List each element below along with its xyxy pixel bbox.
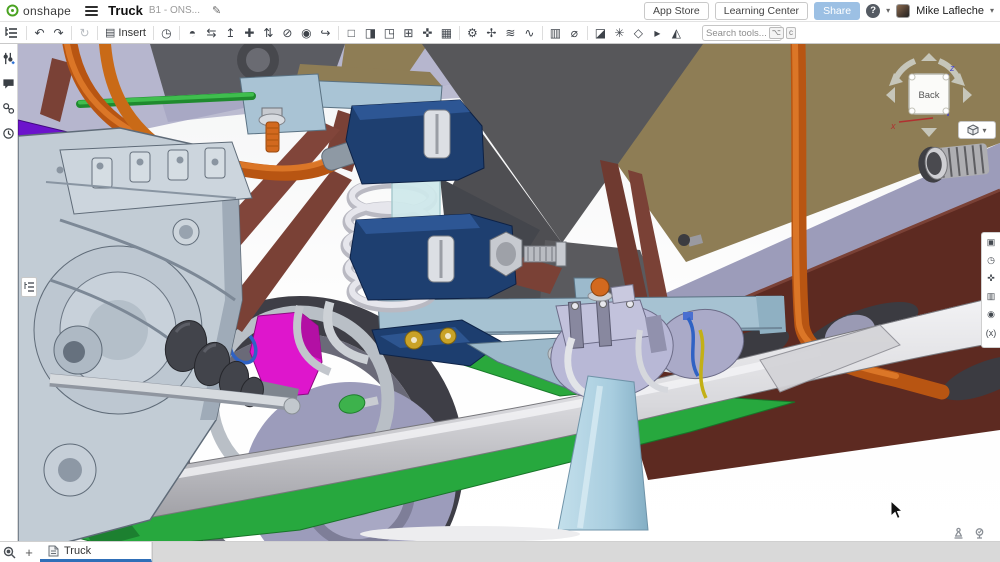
insert-button[interactable]: ▤Insert [101,24,150,42]
toolbar-separator [71,26,72,40]
history-icon[interactable] [1,125,17,141]
view-modes-caret-icon: ▾ [982,126,986,135]
select-scope-icon[interactable]: ◳ [380,24,399,42]
main-menu-icon[interactable] [85,6,98,16]
toolbar-separator [587,26,588,40]
toolbar-separator [97,26,98,40]
assembly-tab-icon [48,545,59,557]
bom-table-icon[interactable]: ▥ [546,24,565,42]
move-part-icon[interactable]: ✜ [418,24,437,42]
viewcube-down-arrow[interactable] [921,128,937,137]
planar-mate-icon[interactable]: ✚ [240,24,259,42]
linear-pattern-icon[interactable]: ▦ [437,24,456,42]
animate-icon[interactable]: ▸ [648,24,667,42]
configurations-icon[interactable]: ◷ [983,253,999,268]
x-axis-label: x [890,121,896,131]
box-select-icon[interactable]: □ [342,24,361,42]
viewcube-up-arrow[interactable] [921,53,937,61]
onshape-logo-icon [6,4,19,17]
viewcube-right-arrow[interactable] [963,87,972,103]
feature-list-toggle-icon[interactable] [2,24,19,42]
belt-relation-icon[interactable]: ∿ [520,24,539,42]
version-label[interactable]: B1 - ONS... [149,5,200,16]
tab-manager-icon[interactable] [0,542,18,562]
material-library-icon[interactable]: ◉ [983,307,999,322]
document-topbar: onshape Truck B1 - ONS... ✎ App Store Le… [0,0,1000,22]
tab-scrollbar[interactable] [152,542,1000,562]
toolbar-separator [153,26,154,40]
app-store-button[interactable]: App Store [644,2,709,20]
add-tab-button[interactable]: + [18,542,40,562]
viewcube-face-label: Back [918,90,939,101]
mouse-cursor [889,500,903,520]
cylindrical-mate-icon[interactable]: ⇅ [259,24,278,42]
fastened-mate-icon[interactable]: ◓ [183,24,202,42]
z-axis-label: z [949,63,955,73]
toolbar-separator [542,26,543,40]
slider-mate-icon[interactable]: ↥ [221,24,240,42]
document-title: Truck [108,3,143,18]
variables-icon[interactable]: (x) [983,325,999,340]
upper-shock-mount [346,100,484,184]
gear-relation-icon[interactable]: ⚙ [463,24,482,42]
view-modes-button[interactable]: ▾ [958,121,996,139]
cube-icon [967,124,979,136]
help-icon[interactable]: ? [866,4,880,18]
sync-document-icon[interactable]: ↻ [75,24,94,42]
user-name[interactable]: Mike Lafleche [916,5,984,17]
exploded-view-icon[interactable]: ✳ [610,24,629,42]
viewcube-left-arrow[interactable] [886,87,895,103]
section-view-icon[interactable]: ◪ [591,24,610,42]
shortcut-key-option: ⌥ [769,27,784,39]
share-button[interactable]: Share [814,2,860,20]
tangent-mate-icon[interactable]: ↪ [316,24,335,42]
right-dock: ▣ ◷ ✜ ▥ ◉ (x) [981,232,1000,348]
rack-pinion-relation-icon[interactable]: ≋ [501,24,520,42]
search-placeholder: Search tools... [706,28,767,39]
learning-center-button[interactable]: Learning Center [715,2,808,20]
tab-truck[interactable]: Truck [40,542,152,562]
onshape-brand[interactable]: onshape [6,4,71,18]
x-axis-line [899,118,933,122]
toolbar-separator [26,26,27,40]
named-positions-icon[interactable]: ◇ [629,24,648,42]
instance-list-toggle[interactable] [21,277,37,297]
assembly-toolbar: ↶↷ ↻ ▤Insert ◷ ◓⇆↥✚⇅⊘◉↪ □◨◳⊞✜▦ ⚙✢≋∿ ▥⌀ ◪✳◇▸◭ Sea… [0,22,1000,44]
shortcut-key-c: c [786,27,796,39]
section-panel-icon[interactable]: ▥ [983,289,999,304]
comments-icon[interactable] [1,75,17,91]
brand-name: onshape [23,4,71,18]
screw-relation-icon[interactable]: ✢ [482,24,501,42]
transform-icon[interactable]: ⊞ [399,24,418,42]
search-tools-input[interactable]: Search tools... ⌥ c [702,25,782,41]
toolbar-separator [459,26,460,40]
revolute-mate-icon[interactable]: ⇆ [202,24,221,42]
toolbar-separator [179,26,180,40]
measure-icon[interactable]: ⌀ [565,24,584,42]
redo-icon[interactable]: ↷ [49,24,68,42]
user-menu-caret-icon[interactable]: ▾ [990,6,994,15]
select-part-icon[interactable]: ◨ [361,24,380,42]
insights-icon[interactable] [1,50,17,66]
markup-icon[interactable]: ✜ [983,271,999,286]
undo-icon[interactable]: ↶ [30,24,49,42]
edit-version-icon[interactable]: ✎ [212,4,221,17]
ball-mate-icon[interactable]: ◉ [297,24,316,42]
history-icon[interactable]: ◷ [157,24,176,42]
tab-label: Truck [64,545,91,557]
toolbar-separator [338,26,339,40]
help-caret-icon[interactable]: ▾ [886,6,890,15]
user-avatar[interactable] [896,4,910,18]
tab-bar: + Truck [0,541,1000,562]
versions-icon[interactable] [1,100,17,116]
left-dock [0,44,18,541]
display-options-icon[interactable]: ▣ [983,235,999,250]
appearance-icon[interactable]: ◭ [667,24,686,42]
toolbar-icons: ↶↷ ↻ ▤Insert ◷ ◓⇆↥✚⇅⊘◉↪ □◨◳⊞✜▦ ⚙✢≋∿ ▥⌀ ◪✳◇▸◭ [30,24,686,42]
pin-slot-mate-icon[interactable]: ⊘ [278,24,297,42]
graphics-area[interactable] [18,44,1000,541]
